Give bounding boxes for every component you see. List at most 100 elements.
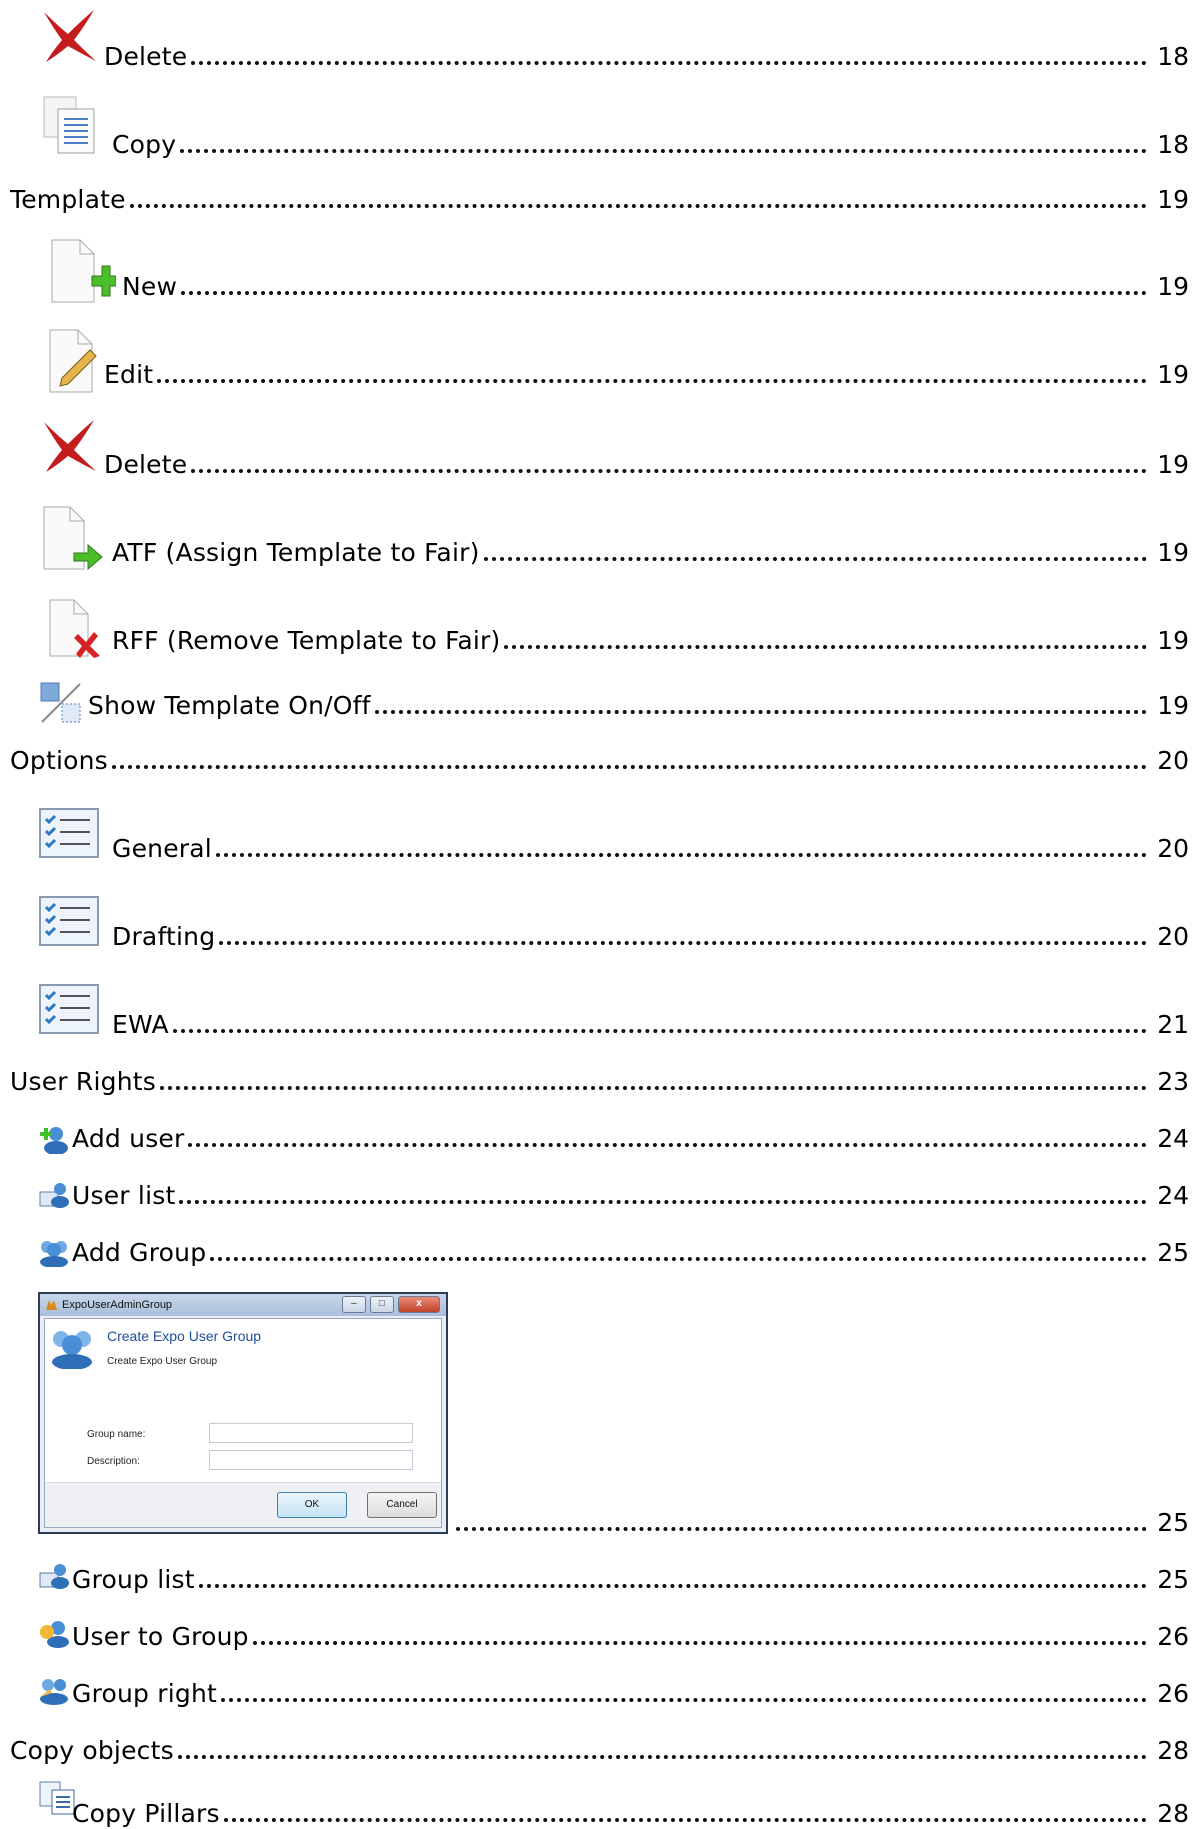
toc-entry-label: Delete (104, 42, 188, 71)
toc-entry-label: User to Group (72, 1622, 249, 1651)
toc-page-number: 20 (1157, 746, 1189, 775)
app-icon (46, 1300, 57, 1310)
toc-entry-label: General (112, 834, 212, 863)
toc-entry[interactable]: Copy 18 (0, 100, 1200, 160)
toc-entry-label: Group right (72, 1679, 217, 1708)
toc-entry[interactable]: Drafting 20 (0, 892, 1200, 952)
toc-entry[interactable]: Delete 18 (0, 12, 1200, 72)
toc-entry-label: Add user (72, 1124, 185, 1153)
toc-page-number: 19 (1157, 185, 1189, 214)
toc-entry-label: ATF (Assign Template to Fair) (112, 538, 480, 567)
toc-entry[interactable]: RFF (Remove Template to Fair) 19 (0, 596, 1200, 656)
toc-page-number: 24 (1157, 1124, 1189, 1153)
toc-entry-label: Drafting (112, 922, 216, 951)
toc-page-number: 23 (1157, 1067, 1189, 1096)
toc-leader-dots (160, 1086, 1147, 1090)
toc-page-number: 19 (1157, 360, 1189, 389)
toc-entry[interactable]: User Rights 23 (0, 1037, 1200, 1097)
toc-entry[interactable]: Delete 19 (0, 420, 1200, 480)
toc-page-number: 19 (1157, 450, 1189, 479)
toc-entry[interactable]: General 20 (0, 804, 1200, 864)
toc-page-number: 28 (1157, 1799, 1189, 1828)
toc-page-number: 28 (1157, 1736, 1189, 1765)
toc-entry[interactable]: ATF (Assign Template to Fair) 19 (0, 508, 1200, 568)
toc-entry[interactable]: New 19 (0, 242, 1200, 302)
toc-entry-label: User list (72, 1181, 176, 1210)
toc-entry-label: Delete (104, 450, 188, 479)
toc-page-number: 25 (1157, 1238, 1189, 1267)
toc-leader-dots (224, 1818, 1147, 1822)
toc-entry-label: EWA (112, 1010, 169, 1039)
toc-leader-dots (216, 853, 1147, 857)
maximize-button: □ (369, 1296, 394, 1313)
toc-leader-dots (157, 379, 1147, 383)
toc-entry[interactable]: Options 20 (0, 716, 1200, 776)
toc-page-number: 20 (1157, 834, 1189, 863)
group-name-label: Group name: (87, 1429, 146, 1440)
toc-page-number: 25 (1157, 1565, 1189, 1594)
toc-leader-dots (210, 1257, 1147, 1261)
toc-entry[interactable]: Template 19 (0, 155, 1200, 215)
toc-entry[interactable]: Edit 19 (0, 330, 1200, 390)
toc-leader-dots (456, 1527, 1147, 1531)
toc-entry-label: New (122, 272, 178, 301)
toc-leader-dots (181, 291, 1147, 295)
toc-leader-dots (221, 1698, 1147, 1702)
toc-leader-dots (173, 1029, 1147, 1033)
toc-entry[interactable]: 25 (0, 1478, 1200, 1538)
toc-page-number: 26 (1157, 1622, 1189, 1651)
toc-leader-dots (199, 1584, 1147, 1588)
toc-page-number: 25 (1157, 1508, 1189, 1537)
toc-leader-dots (112, 765, 1147, 769)
toc-entry[interactable]: Show Template On/Off 19 (0, 661, 1200, 721)
minimize-button: – (341, 1296, 366, 1313)
toc-page-number: 24 (1157, 1181, 1189, 1210)
toc-entry[interactable]: User list 24 (0, 1151, 1200, 1211)
toc-entry-label: Edit (104, 360, 154, 389)
description-label: Description: (87, 1456, 140, 1467)
dialog-heading: Create Expo User Group (107, 1328, 262, 1344)
toc-leader-dots (180, 149, 1147, 153)
group-icon (52, 1331, 92, 1369)
toc-entry[interactable]: Add user 24 (0, 1094, 1200, 1154)
toc-entry[interactable]: Copy Pillars 28 (0, 1769, 1200, 1829)
close-button: x (398, 1296, 440, 1313)
dialog-subheading: Create Expo User Group (107, 1356, 218, 1367)
toc-page-number: 21 (1157, 1010, 1189, 1039)
toc-leader-dots (191, 61, 1147, 65)
toc-entry[interactable]: Group list 25 (0, 1535, 1200, 1595)
toc-entry-label: Add Group (72, 1238, 207, 1267)
toc-entry-label: Group list (72, 1565, 195, 1594)
toc-entry-label: Template (10, 185, 126, 214)
toc-leader-dots (191, 469, 1147, 473)
toc-leader-dots (179, 1200, 1147, 1204)
dialog-titlebar: ExpoUserAdminGroup – □ x (40, 1294, 446, 1316)
toc-leader-dots (188, 1143, 1147, 1147)
toc-page-number: 18 (1157, 42, 1189, 71)
toc-leader-dots (375, 710, 1147, 714)
description-field (209, 1450, 413, 1470)
toc-page-number: 19 (1157, 538, 1189, 567)
toc-entry-label: Options (10, 746, 108, 775)
toc-leader-dots (484, 557, 1147, 561)
toc-entry[interactable]: Group right 26 (0, 1649, 1200, 1709)
toc-leader-dots (178, 1755, 1147, 1759)
toc-page-number: 19 (1157, 626, 1189, 655)
toc-leader-dots (253, 1641, 1147, 1645)
toc-entry[interactable]: Copy objects 28 (0, 1706, 1200, 1766)
toc-leader-dots (504, 645, 1147, 649)
dialog-window-title: ExpoUserAdminGroup (62, 1299, 173, 1311)
toc-entry[interactable]: Add Group 25 (0, 1208, 1200, 1268)
toc-leader-dots (130, 204, 1147, 208)
toc-page-number: 19 (1157, 272, 1189, 301)
toc-entry[interactable]: EWA 21 (0, 980, 1200, 1040)
toc-entry-label: Copy Pillars (72, 1799, 220, 1828)
toc-entry-label: RFF (Remove Template to Fair) (112, 626, 501, 655)
toc-entry-label: User Rights (10, 1067, 156, 1096)
toc-entry-label: Copy objects (10, 1736, 174, 1765)
group-name-field (209, 1423, 413, 1443)
toc-leader-dots (219, 941, 1147, 945)
toc-page-number: 20 (1157, 922, 1189, 951)
toc-entry[interactable]: User to Group 26 (0, 1592, 1200, 1652)
toc-page-number: 26 (1157, 1679, 1189, 1708)
